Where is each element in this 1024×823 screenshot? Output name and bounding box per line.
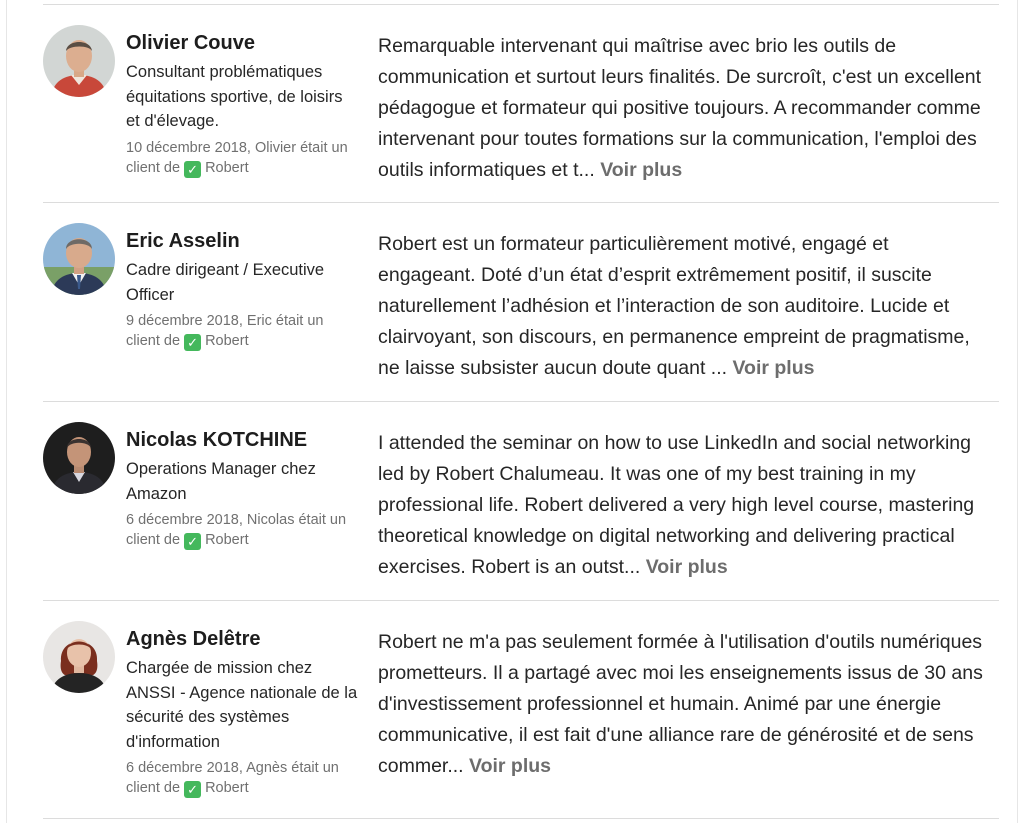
recommender-info: Agnès Delêtre Chargée de mission chez AN… [126,627,358,798]
avatar[interactable] [43,621,115,693]
meta-recipient: Robert [205,159,249,176]
recommendations-panel: Olivier Couve Consultant problématiques … [6,0,1018,823]
recommender-headline: Consultant problématiques équitations sp… [126,63,343,130]
recommendation-body: Robert est un formateur particulièrement… [378,233,970,379]
see-more-link[interactable]: Voir plus [469,755,551,777]
meta-recipient: Robert [205,333,249,349]
check-icon: ✓ [184,533,202,550]
recommender-info: Nicolas KOTCHINE Operations Manager chez… [126,428,358,550]
recommendation-meta: 6 décembre 2018, Nicolas était un client… [126,510,358,550]
recommender-name[interactable]: Agnès Delêtre [126,627,358,651]
recommendation-text: Remarquable intervenant qui maîtrise ave… [378,31,990,186]
recommender-headline: Operations Manager chez Amazon [126,460,316,503]
recommender-info: Eric Asselin Cadre dirigeant / Executive… [126,229,358,351]
see-more-link[interactable]: Voir plus [600,159,682,181]
meta-recipient: Robert [205,532,249,548]
recommendation-text: Robert est un formateur particulièrement… [378,229,990,384]
recommendation-text: Robert ne m'a pas seulement formée à l'u… [378,627,990,782]
recommendation-meta: 9 décembre 2018, Eric était un client de… [126,311,358,351]
meta-recipient: Robert [205,780,249,796]
check-icon: ✓ [184,160,202,178]
recommender-name[interactable]: Nicolas KOTCHINE [126,428,358,452]
recommendation-meta: 6 décembre 2018, Agnès était un client d… [126,758,358,798]
recommendation-meta: 10 décembre 2018, Olivier était un clien… [126,138,358,178]
see-more-link[interactable]: Voir plus [646,556,728,578]
recommendation-text: I attended the seminar on how to use Lin… [378,428,990,583]
check-icon: ✓ [184,781,202,798]
recommender-info: Olivier Couve Consultant problématiques … [126,31,358,178]
recommendation-item: Nicolas KOTCHINE Operations Manager chez… [43,402,999,601]
see-more-link[interactable]: Voir plus [732,357,814,379]
check-icon: ✓ [184,334,202,351]
avatar[interactable] [43,223,115,295]
recommendation-item: Agnès Delêtre Chargée de mission chez AN… [43,601,999,819]
avatar[interactable] [43,422,115,494]
recommender-name[interactable]: Olivier Couve [126,31,358,55]
avatar[interactable] [43,25,115,97]
recommendation-item: Eric Asselin Cadre dirigeant / Executive… [43,203,999,402]
recommender-name[interactable]: Eric Asselin [126,229,358,253]
recommender-headline: Cadre dirigeant / Executive Officer [126,261,325,304]
recommendation-item: Olivier Couve Consultant problématiques … [43,5,999,203]
recommender-headline: Chargée de mission chez ANSSI - Agence n… [126,659,358,751]
